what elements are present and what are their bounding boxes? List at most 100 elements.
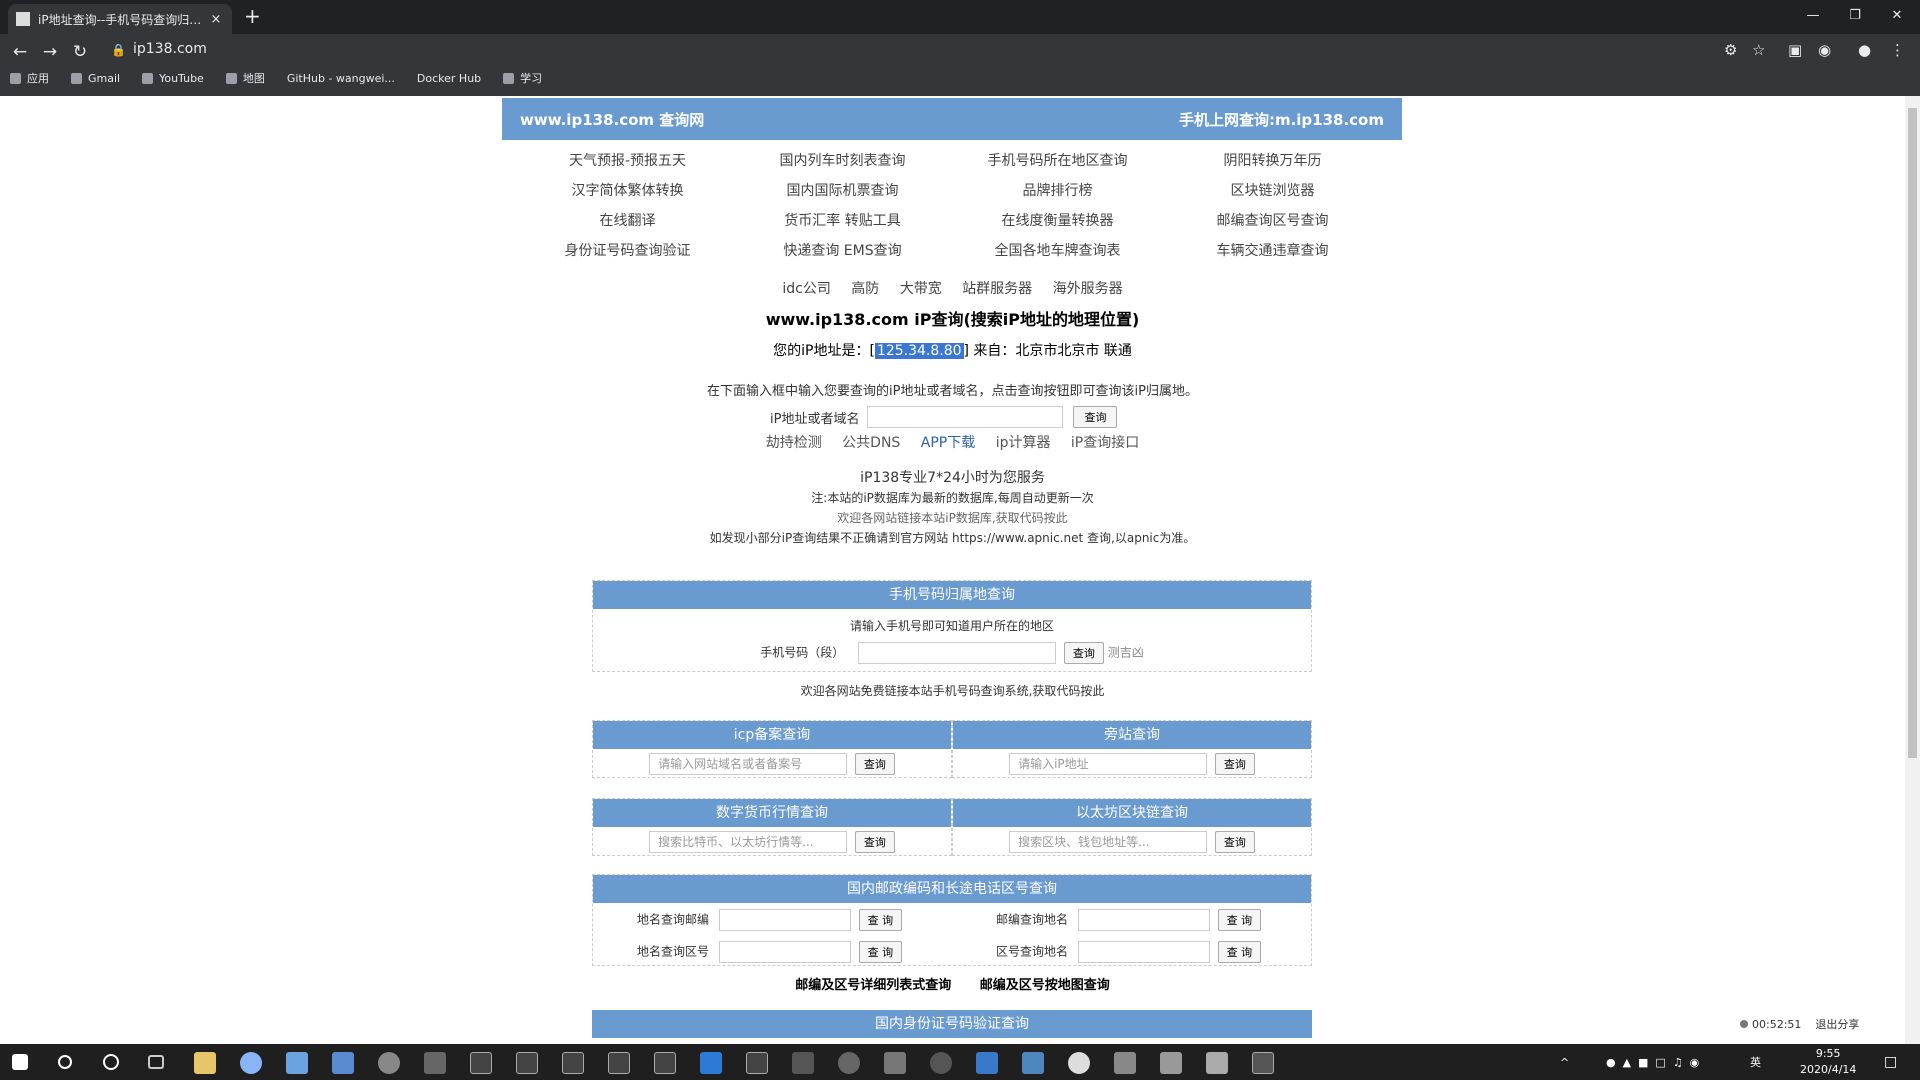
- page-scrollbar[interactable]: [1905, 96, 1920, 1044]
- link-blockchain[interactable]: 区块链浏览器: [1165, 180, 1380, 200]
- crypto-query-button[interactable]: 查询: [854, 831, 895, 853]
- bookmark-star-icon[interactable]: ☆: [1752, 41, 1765, 59]
- link-idcard[interactable]: 身份证号码查询验证: [520, 240, 735, 260]
- link-ip-api[interactable]: iP查询接口: [1071, 435, 1139, 451]
- app-icon-6[interactable]: [884, 1052, 906, 1074]
- place-to-postcode-button[interactable]: 查 询: [858, 909, 903, 931]
- bookmark-youtube[interactable]: YouTube: [142, 70, 204, 86]
- store-icon[interactable]: [286, 1052, 308, 1074]
- place-to-areacode-input[interactable]: [718, 941, 851, 963]
- datagrip-icon[interactable]: [470, 1052, 492, 1074]
- app-icon-9[interactable]: [1022, 1052, 1044, 1074]
- app-icon-10[interactable]: [1068, 1052, 1090, 1074]
- vscode-icon[interactable]: [700, 1052, 722, 1074]
- bookmark-dockerhub[interactable]: Docker Hub: [417, 70, 481, 86]
- link-violations[interactable]: 车辆交通违章查询: [1165, 240, 1380, 260]
- link-overseas-server[interactable]: 海外服务器: [1053, 281, 1123, 297]
- side-site-input[interactable]: 请输入iP地址: [1009, 753, 1208, 775]
- link-flights[interactable]: 国内国际机票查询: [735, 180, 950, 200]
- terminal-icon[interactable]: [1252, 1052, 1274, 1074]
- restore-icon[interactable]: ❐: [1832, 0, 1878, 30]
- link-plates[interactable]: 全国各地车牌查询表: [950, 240, 1165, 260]
- bookmark-github[interactable]: GitHub - wangwei...: [287, 70, 395, 86]
- place-to-areacode-button[interactable]: 查 询: [858, 941, 903, 963]
- taskbar-clock[interactable]: 9:55 2020/4/14: [1800, 1046, 1856, 1078]
- browser-tab[interactable]: iP地址查询--手机号码查询归属地 ×: [8, 4, 232, 34]
- reload-icon[interactable]: ↻: [66, 42, 94, 62]
- crypto-input[interactable]: 搜索比特币、以太坊行情等...: [649, 831, 848, 853]
- app-icon-8[interactable]: [976, 1052, 998, 1074]
- exit-share-button[interactable]: 退出分享: [1815, 1016, 1859, 1032]
- site-name[interactable]: www.ip138.com 查询网: [520, 109, 704, 130]
- app-icon-3[interactable]: [608, 1052, 630, 1074]
- app-icon-7[interactable]: [930, 1052, 952, 1074]
- minimize-icon[interactable]: —: [1790, 0, 1836, 30]
- extension-circle-icon[interactable]: ◉: [1818, 41, 1831, 59]
- postcode-to-place-input[interactable]: [1077, 909, 1210, 931]
- link-express[interactable]: 快递查询 EMS查询: [735, 240, 950, 260]
- link-postcode[interactable]: 邮编查询区号查询: [1165, 210, 1380, 230]
- tab-close-icon[interactable]: ×: [208, 12, 224, 27]
- link-db-code[interactable]: 欢迎各网站链接本站iP数据库,获取代码按此: [0, 508, 1905, 528]
- link-idc[interactable]: idc公司: [782, 281, 830, 297]
- forward-icon[interactable]: →: [36, 42, 64, 62]
- link-ip-calc[interactable]: ip计算器: [996, 435, 1051, 451]
- eth-query-button[interactable]: 查询: [1214, 831, 1255, 853]
- icp-query-button[interactable]: 查询: [854, 753, 895, 775]
- link-cluster-server[interactable]: 站群服务器: [962, 281, 1032, 297]
- goland-icon[interactable]: [562, 1052, 584, 1074]
- ip-query-button[interactable]: 查询: [1073, 406, 1118, 428]
- link-ddos[interactable]: 高防: [851, 281, 879, 297]
- scrollbar-thumb[interactable]: [1908, 108, 1917, 758]
- translate-icon[interactable]: ⚙: [1724, 41, 1737, 59]
- pycharm-icon[interactable]: [746, 1052, 768, 1074]
- app-icon-2[interactable]: [424, 1052, 446, 1074]
- link-phone-region[interactable]: 手机号码所在地区查询: [950, 150, 1165, 170]
- file-explorer-icon[interactable]: [194, 1052, 216, 1074]
- mail-icon[interactable]: [332, 1052, 354, 1074]
- tray-chevron-icon[interactable]: ^: [1560, 1044, 1569, 1080]
- intellij-icon[interactable]: [516, 1052, 538, 1074]
- link-brand-rank[interactable]: 品牌排行榜: [950, 180, 1165, 200]
- link-units[interactable]: 在线度衡量转换器: [950, 210, 1165, 230]
- mobile-site-link[interactable]: 手机上网查询:m.ip138.com: [1179, 109, 1384, 130]
- phpstorm-icon[interactable]: [654, 1052, 676, 1074]
- back-icon[interactable]: ←: [6, 42, 34, 62]
- areacode-to-place-button[interactable]: 查 询: [1217, 941, 1262, 963]
- postcode-to-place-button[interactable]: 查 询: [1217, 909, 1262, 931]
- eth-input[interactable]: 搜索区块、钱包地址等...: [1009, 831, 1208, 853]
- link-hijack[interactable]: 劫持检测: [766, 435, 822, 451]
- chrome-icon[interactable]: [240, 1052, 262, 1074]
- app-icon-4[interactable]: [792, 1052, 814, 1074]
- icp-input[interactable]: 请输入网站域名或者备案号: [649, 753, 848, 775]
- bookmark-gmail[interactable]: Gmail: [71, 70, 120, 86]
- task-view-icon[interactable]: [148, 1055, 164, 1069]
- app-icon-11[interactable]: [1114, 1052, 1136, 1074]
- areacode-to-place-input[interactable]: [1077, 941, 1210, 963]
- bookmark-study[interactable]: 学习: [503, 70, 542, 86]
- lock-icon[interactable]: 🔒: [111, 43, 126, 57]
- notification-icon[interactable]: □: [1884, 1044, 1897, 1080]
- link-currency[interactable]: 货币汇率 转贴工具: [735, 210, 950, 230]
- search-icon[interactable]: [58, 1055, 72, 1069]
- extension-icon[interactable]: ▣: [1788, 41, 1802, 59]
- link-calendar[interactable]: 阴阳转换万年历: [1165, 150, 1380, 170]
- place-to-postcode-input[interactable]: [718, 909, 851, 931]
- link-app-download[interactable]: APP下载: [921, 435, 975, 451]
- app-icon-13[interactable]: [1206, 1052, 1228, 1074]
- cortana-icon[interactable]: [103, 1054, 119, 1070]
- start-icon[interactable]: [12, 1054, 28, 1070]
- ip-input[interactable]: [867, 406, 1064, 428]
- window-close-icon[interactable]: ✕: [1874, 0, 1920, 30]
- link-translate[interactable]: 在线翻译: [520, 210, 735, 230]
- bookmark-maps[interactable]: 地图: [225, 70, 265, 86]
- mobile-footer[interactable]: 欢迎各网站免费链接本站手机号码查询系统,获取代码按此: [0, 682, 1905, 699]
- link-chinese-convert[interactable]: 汉字简体繁体转换: [520, 180, 735, 200]
- app-icon-1[interactable]: [378, 1052, 400, 1074]
- profile-avatar-icon[interactable]: ●: [1858, 41, 1871, 59]
- menu-kebab-icon[interactable]: ⋮: [1890, 41, 1905, 59]
- app-icon-5[interactable]: [838, 1052, 860, 1074]
- fortune-link[interactable]: 测吉凶: [1108, 646, 1144, 660]
- link-trains[interactable]: 国内列车时刻表查询: [735, 150, 950, 170]
- app-icon-12[interactable]: [1160, 1052, 1182, 1074]
